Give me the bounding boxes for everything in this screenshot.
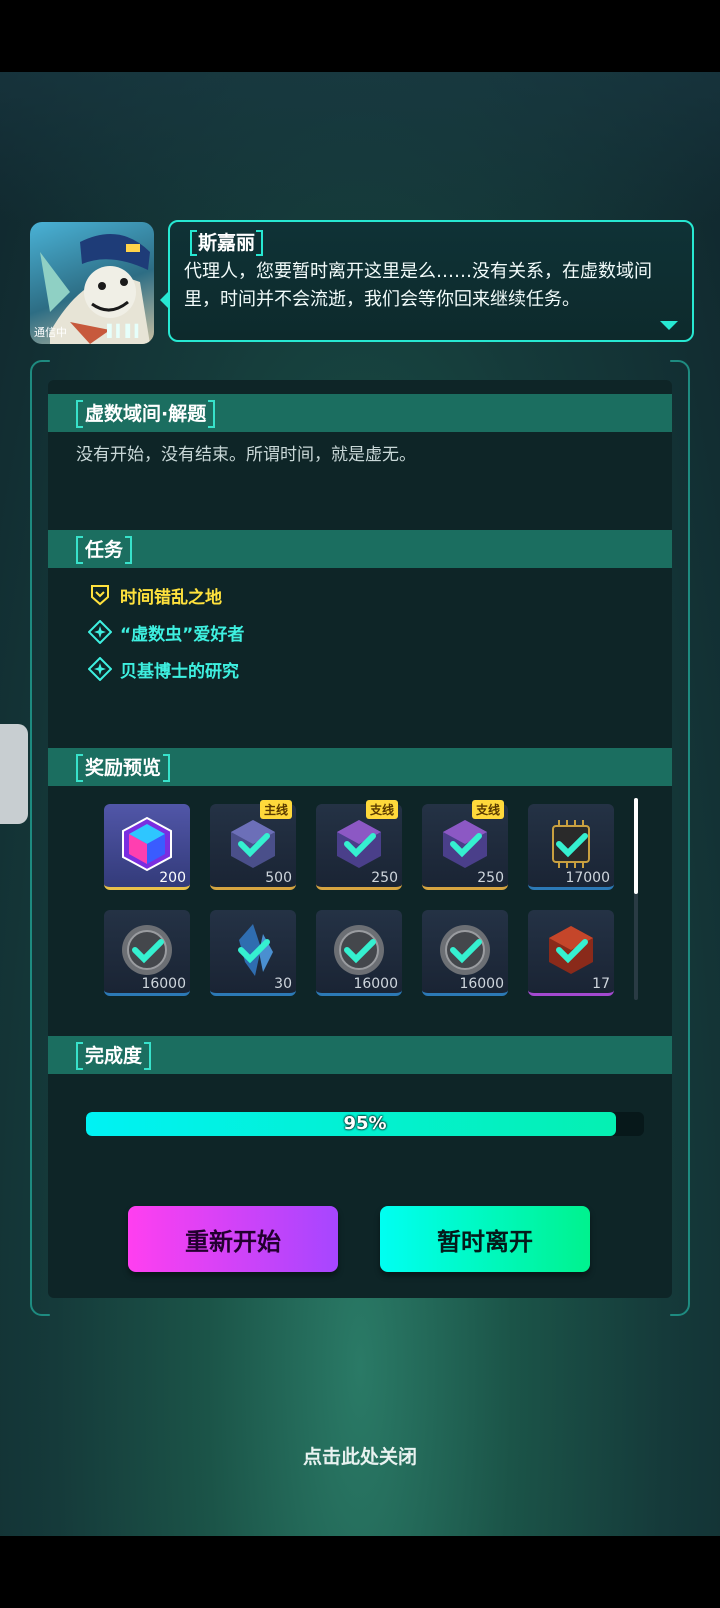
cube-check-icon [231, 820, 275, 868]
coin-check-icon [440, 925, 490, 975]
reward-item[interactable]: 支线 250 [422, 800, 508, 890]
reward-amount: 17 [592, 976, 610, 992]
reward-amount: 200 [159, 870, 186, 886]
reward-item[interactable]: 16000 [422, 910, 508, 996]
reward-amount: 17000 [565, 870, 610, 886]
coin-check-icon [334, 925, 384, 975]
red-cube-check-icon [549, 926, 593, 974]
task-label: “虚数虫”爱好者 [120, 624, 245, 645]
game-screen: 通信中 ▌▍▌▍ 斯嘉丽 代理人，您要暂时离开这里是么……没有关系，在虚数域间里… [0, 0, 720, 1608]
reward-item[interactable]: 200 [104, 804, 190, 890]
reward-item[interactable]: 16000 [104, 910, 190, 996]
side-drawer-handle[interactable] [0, 724, 28, 824]
reward-amount: 250 [477, 870, 504, 886]
info-section-title: 虚数域间·解题 [75, 399, 216, 428]
reward-amount: 16000 [353, 976, 398, 992]
task-item-side[interactable]: 贝基博士的研究 [88, 654, 239, 684]
rewards-section-title: 奖励预览 [75, 753, 171, 782]
task-item-side[interactable]: “虚数虫”爱好者 [88, 617, 244, 647]
task-label: 贝基博士的研究 [120, 661, 239, 682]
bottom-letterbox [0, 1536, 720, 1608]
restart-button[interactable]: 重新开始 [128, 1206, 338, 1272]
completion-progress-bar: 95% [86, 1112, 644, 1136]
reward-amount: 16000 [141, 976, 186, 992]
reward-item[interactable]: 17 [528, 910, 614, 996]
completion-section-header: 完成度 [48, 1036, 672, 1074]
info-section-header: 虚数域间·解题 [48, 394, 672, 432]
leave-temporarily-button[interactable]: 暂时离开 [380, 1206, 590, 1272]
reward-item[interactable]: 16000 [316, 910, 402, 996]
cube-check-icon [337, 820, 381, 868]
reward-item[interactable]: 30 [210, 910, 296, 996]
tasks-section-title: 任务 [75, 535, 133, 564]
reward-amount: 500 [265, 870, 292, 886]
reward-item[interactable]: 支线 250 [316, 800, 402, 890]
continue-arrow-icon[interactable] [660, 321, 678, 330]
speaker-portrait: 通信中 ▌▍▌▍ [30, 222, 154, 344]
dialogue-bubble[interactable]: 斯嘉丽 代理人，您要暂时离开这里是么……没有关系，在虚数域间里，时间并不会流逝，… [168, 220, 694, 342]
reward-item[interactable]: 17000 [528, 804, 614, 890]
dialogue-text: 代理人，您要暂时离开这里是么……没有关系，在虚数域间里，时间并不会流逝，我们会等… [184, 261, 652, 310]
reward-amount: 16000 [459, 976, 504, 992]
crystal-check-icon [238, 924, 273, 976]
background-vignette [0, 72, 720, 222]
level-description: 没有开始，没有结束。所谓时间，就是虚无。 [76, 445, 416, 465]
completion-section-title: 完成度 [75, 1041, 152, 1070]
portrait-status-tag: 通信中 [34, 326, 67, 339]
top-letterbox [0, 0, 720, 72]
voice-wave-icon: ▌▍▌▍ [107, 324, 144, 338]
rewards-scrollbar-thumb[interactable] [634, 798, 638, 894]
tasks-section-header: 任务 [48, 530, 672, 568]
reward-amount: 250 [371, 870, 398, 886]
reward-amount: 30 [274, 976, 292, 992]
diamond-quest-icon [88, 657, 112, 681]
shield-quest-icon [91, 585, 109, 606]
coin-check-icon [122, 925, 172, 975]
task-item-main[interactable]: 时间错乱之地 [88, 580, 222, 610]
speaker-name: 斯嘉丽 [189, 228, 264, 256]
tap-to-close-hint[interactable]: 点击此处关闭 [0, 1442, 720, 1469]
chip-check-icon [552, 820, 590, 868]
rewards-section-header: 奖励预览 [48, 748, 672, 786]
progress-label: 95% [343, 1113, 387, 1134]
reward-item[interactable]: 主线 500 [210, 800, 296, 890]
cube-check-icon [443, 820, 487, 868]
prism-cube-icon [122, 816, 172, 872]
diamond-quest-icon [88, 620, 112, 644]
task-label: 时间错乱之地 [120, 587, 222, 608]
